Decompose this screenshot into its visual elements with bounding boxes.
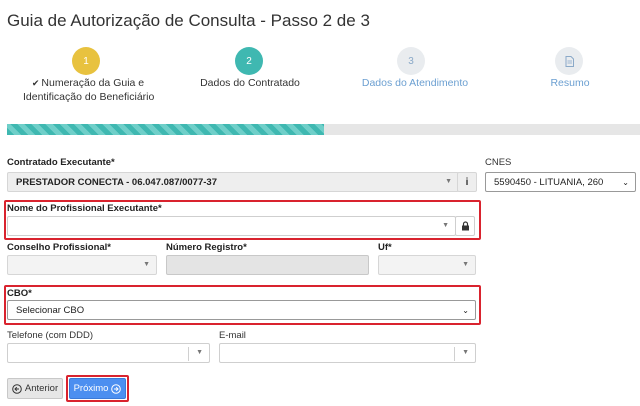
arrow-right-circle-icon [111,383,122,394]
cnes-select[interactable]: 5590450 - LITUANIA, 260 ⌄ [485,172,636,192]
step-1-circle[interactable]: 1 [72,47,100,75]
cbo-label: CBO* [7,288,32,299]
chevron-down-icon: ▼ [143,261,150,268]
step-3-label: Dados do Atendimento [361,77,469,89]
lock-button[interactable] [455,216,475,236]
page-title: Guia de Autorização de Consulta - Passo … [7,11,370,30]
input-divider [454,347,455,361]
telefone-input[interactable]: ▼ [7,343,210,363]
profissional-select[interactable]: ▼ [7,216,456,236]
chevron-down-icon: ▼ [442,222,449,229]
step-2-label: Dados do Contratado [200,77,300,89]
proximo-label: Próximo [73,383,109,394]
progress-fill [7,124,324,135]
chevron-down-icon: ⌄ [622,178,629,187]
arrow-left-circle-icon [12,383,22,394]
conselho-label: Conselho Profissional* [7,242,111,253]
contratado-label: Contratado Executante* [7,157,115,168]
cnes-label: CNES [485,157,512,168]
email-label: E-mail [219,330,246,341]
input-divider [188,347,189,361]
step-2-circle[interactable]: 2 [235,47,263,75]
uf-select[interactable]: ▼ [378,255,476,275]
proximo-button[interactable]: Próximo [69,378,126,399]
registro-input[interactable] [166,255,369,275]
chevron-down-icon: ▼ [462,349,469,356]
uf-label: Uf* [378,242,392,253]
chevron-down-icon: ⌄ [462,306,469,315]
step-1-label: ✔ Numeração da Guia e Identificação do Be… [23,77,155,103]
step-3-circle[interactable]: 3 [397,47,425,75]
conselho-select[interactable]: ▼ [7,255,157,275]
lock-icon [461,221,469,231]
chevron-down-icon: ▼ [462,261,469,268]
info-icon: i [465,176,469,188]
contratado-value: PRESTADOR CONECTA - 06.047.087/0077-37 [16,176,217,188]
progress-bar [7,124,640,135]
email-input[interactable]: ▼ [219,343,476,363]
step-4-circle[interactable] [555,47,583,75]
cbo-value: Selecionar CBO [16,304,85,316]
check-icon: ✔ [31,78,40,88]
contratado-select[interactable]: PRESTADOR CONECTA - 06.047.087/0077-37 ▼ [7,172,459,192]
document-icon [565,55,574,67]
anterior-label: Anterior [24,383,59,394]
step-4-label: Resumo [550,77,590,89]
telefone-label: Telefone (com DDD) [7,330,94,341]
anterior-button[interactable]: Anterior [7,378,63,399]
registro-label: Número Registro* [166,242,247,253]
info-button[interactable]: i [457,172,477,192]
chevron-down-icon: ▼ [196,349,203,356]
cnes-value: 5590450 - LITUANIA, 260 [494,176,604,188]
chevron-down-icon: ▼ [445,178,452,185]
profissional-label: Nome do Profissional Executante* [7,203,162,214]
cbo-select[interactable]: Selecionar CBO ⌄ [7,300,476,320]
